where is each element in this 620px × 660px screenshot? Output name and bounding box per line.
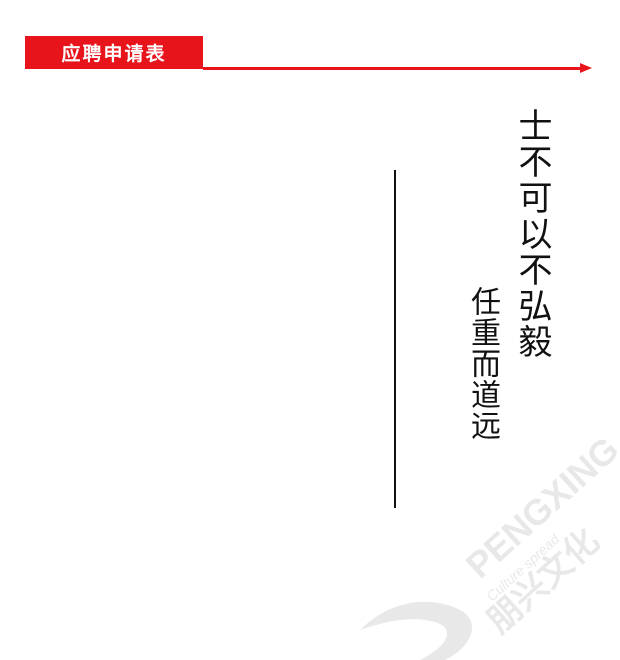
arrow-right-icon: [580, 63, 592, 73]
calligraphy-artwork: 士不可以不弘毅 任重而道远: [440, 108, 560, 468]
header-arrow-line: [203, 67, 583, 70]
swoosh-logo-icon: [360, 601, 472, 660]
page-title: 应聘申请表: [61, 43, 167, 65]
header-title-banner: 应聘申请表: [25, 36, 203, 69]
calligraphy-main-text: 士不可以不弘毅: [512, 108, 552, 360]
watermark-logo: PENGXING Culture spread 朋兴文化: [360, 430, 620, 660]
calligraphy-signature: 任重而道远: [465, 286, 500, 441]
